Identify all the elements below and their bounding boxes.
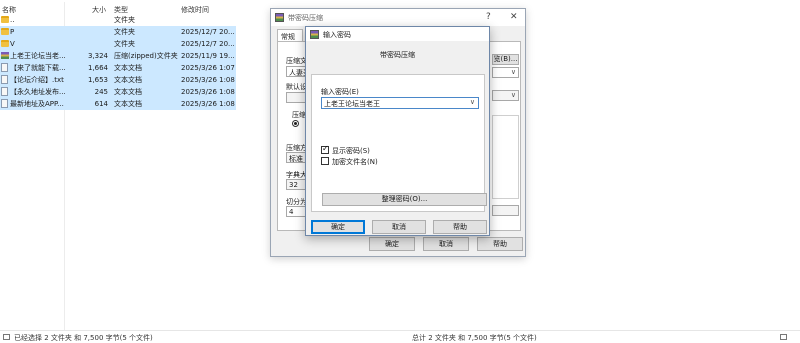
file-row[interactable]: V 文件夹 2025/12/7 20... — [0, 38, 236, 50]
file-name: P — [10, 28, 15, 36]
text-file-icon — [1, 99, 8, 108]
file-name: 上老王论坛当老... — [10, 52, 66, 60]
folder-icon — [1, 40, 9, 47]
file-name: 【来了就能下载... — [10, 64, 66, 72]
file-size: 245 — [94, 88, 108, 96]
archive-name-dropdown[interactable] — [492, 67, 519, 78]
archive-format-label: 压缩 — [292, 111, 306, 119]
drive-icon — [780, 334, 787, 340]
help-button[interactable]: 帮助 — [477, 237, 523, 251]
file-size: 3,324 — [87, 52, 108, 60]
folder-icon — [1, 16, 9, 23]
zip-archive-icon — [1, 52, 9, 59]
archive-name-label: 压缩文 — [286, 57, 307, 65]
file-type: 文本文档 — [114, 100, 142, 108]
file-type: 压缩(zipped)文件夹 — [114, 52, 178, 60]
winrar-icon — [275, 13, 284, 22]
file-name: .. — [10, 16, 15, 24]
winrar-icon — [310, 30, 319, 39]
password-dialog-subtitle: 带密码压缩 — [380, 51, 415, 59]
file-row[interactable]: .. 文件夹 — [0, 14, 236, 26]
profiles-dropdown[interactable] — [492, 90, 519, 101]
password-input[interactable]: 上老王论坛当老王 — [321, 97, 479, 109]
status-bar: 已经选择 2 文件夹 和 7,500 字节(5 个文件) 总计 2 文件夹 和 … — [0, 330, 800, 343]
file-name: 最新地址及APP... — [10, 100, 64, 108]
file-type: 文本文档 — [114, 76, 142, 84]
cancel-button[interactable]: 取消 — [372, 220, 426, 234]
file-row[interactable]: 【来了就能下载... 1,664 文本文档 2025/3/26 1:07 — [0, 62, 236, 74]
status-selection-text: 已经选择 2 文件夹 和 7,500 字节(5 个文件) — [14, 334, 153, 342]
close-icon[interactable]: ✕ — [510, 12, 518, 22]
file-type: 文件夹 — [114, 40, 135, 48]
file-name: V — [10, 40, 15, 48]
ok-button[interactable]: 确定 — [311, 220, 365, 234]
options-panel — [492, 115, 519, 199]
file-row[interactable]: 最新地址及APP... 614 文本文档 2025/3/26 1:08 — [0, 98, 236, 110]
file-type: 文件夹 — [114, 28, 135, 36]
file-name: 【永久地址发布... — [10, 88, 66, 96]
password-button-remnant[interactable] — [492, 205, 519, 216]
folder-icon — [1, 28, 9, 35]
archive-dialog-titlebar[interactable]: 带密码压缩 ? ✕ — [271, 9, 525, 26]
password-dialog-title: 输入密码 — [323, 31, 351, 39]
organize-passwords-button[interactable]: 整理密码(O)... — [322, 193, 487, 206]
help-button[interactable]: 帮助 — [433, 220, 487, 234]
show-password-checkbox[interactable] — [321, 144, 329, 154]
file-date: 2025/12/7 20... — [181, 28, 235, 36]
encrypt-filenames-label[interactable]: 加密文件名(N) — [332, 157, 378, 167]
text-file-icon — [1, 75, 8, 84]
default-profile-label: 默认设 — [286, 83, 307, 91]
text-file-icon — [1, 63, 8, 72]
text-file-icon — [1, 87, 8, 96]
file-type: 文本文档 — [114, 64, 142, 72]
password-dialog-titlebar[interactable]: 输入密码 — [306, 27, 489, 41]
details-view-icon[interactable] — [3, 334, 10, 340]
file-date: 2025/3/26 1:08 — [181, 88, 235, 96]
file-size: 1,653 — [87, 76, 108, 84]
file-date: 2025/3/26 1:08 — [181, 100, 235, 108]
archive-dialog-title: 带密码压缩 — [288, 14, 323, 22]
status-total-text: 总计 2 文件夹 和 7,500 字节(5 个文件) — [412, 334, 537, 342]
file-type: 文本文档 — [114, 88, 142, 96]
file-type: 文件夹 — [114, 16, 135, 24]
file-date: 2025/12/7 20... — [181, 40, 235, 48]
file-name: 【论坛介绍】.txt — [10, 76, 64, 84]
password-group-box: 输入密码(E) 上老王论坛当老王 显示密码(S) 加密文件名(N) 整理密码(O… — [311, 74, 487, 212]
file-size: 1,664 — [87, 64, 108, 72]
file-date: 2025/11/9 19... — [181, 52, 235, 60]
show-password-label[interactable]: 显示密码(S) — [332, 146, 370, 156]
ok-button[interactable]: 确定 — [369, 237, 415, 251]
cancel-button[interactable]: 取消 — [423, 237, 469, 251]
file-row[interactable]: 【论坛介绍】.txt 1,653 文本文档 2025/3/26 1:08 — [0, 74, 236, 86]
file-row[interactable]: 【永久地址发布... 245 文本文档 2025/3/26 1:08 — [0, 86, 236, 98]
encrypt-filenames-checkbox[interactable] — [321, 157, 329, 165]
file-date: 2025/3/26 1:08 — [181, 76, 235, 84]
file-row[interactable]: P 文件夹 2025/12/7 20... — [0, 26, 236, 38]
format-radio[interactable] — [292, 120, 299, 127]
enter-password-dialog: 输入密码 带密码压缩 输入密码(E) 上老王论坛当老王 显示密码(S) 加密文件… — [305, 26, 490, 236]
file-size: 614 — [94, 100, 108, 108]
file-date: 2025/3/26 1:07 — [181, 64, 235, 72]
browse-button[interactable]: 览(B)... — [492, 54, 519, 65]
file-row[interactable]: 上老王论坛当老... 3,324 压缩(zipped)文件夹 2025/11/9 19… — [0, 50, 236, 62]
password-input-label: 输入密码(E) — [321, 88, 359, 96]
help-icon[interactable]: ? — [486, 12, 491, 22]
